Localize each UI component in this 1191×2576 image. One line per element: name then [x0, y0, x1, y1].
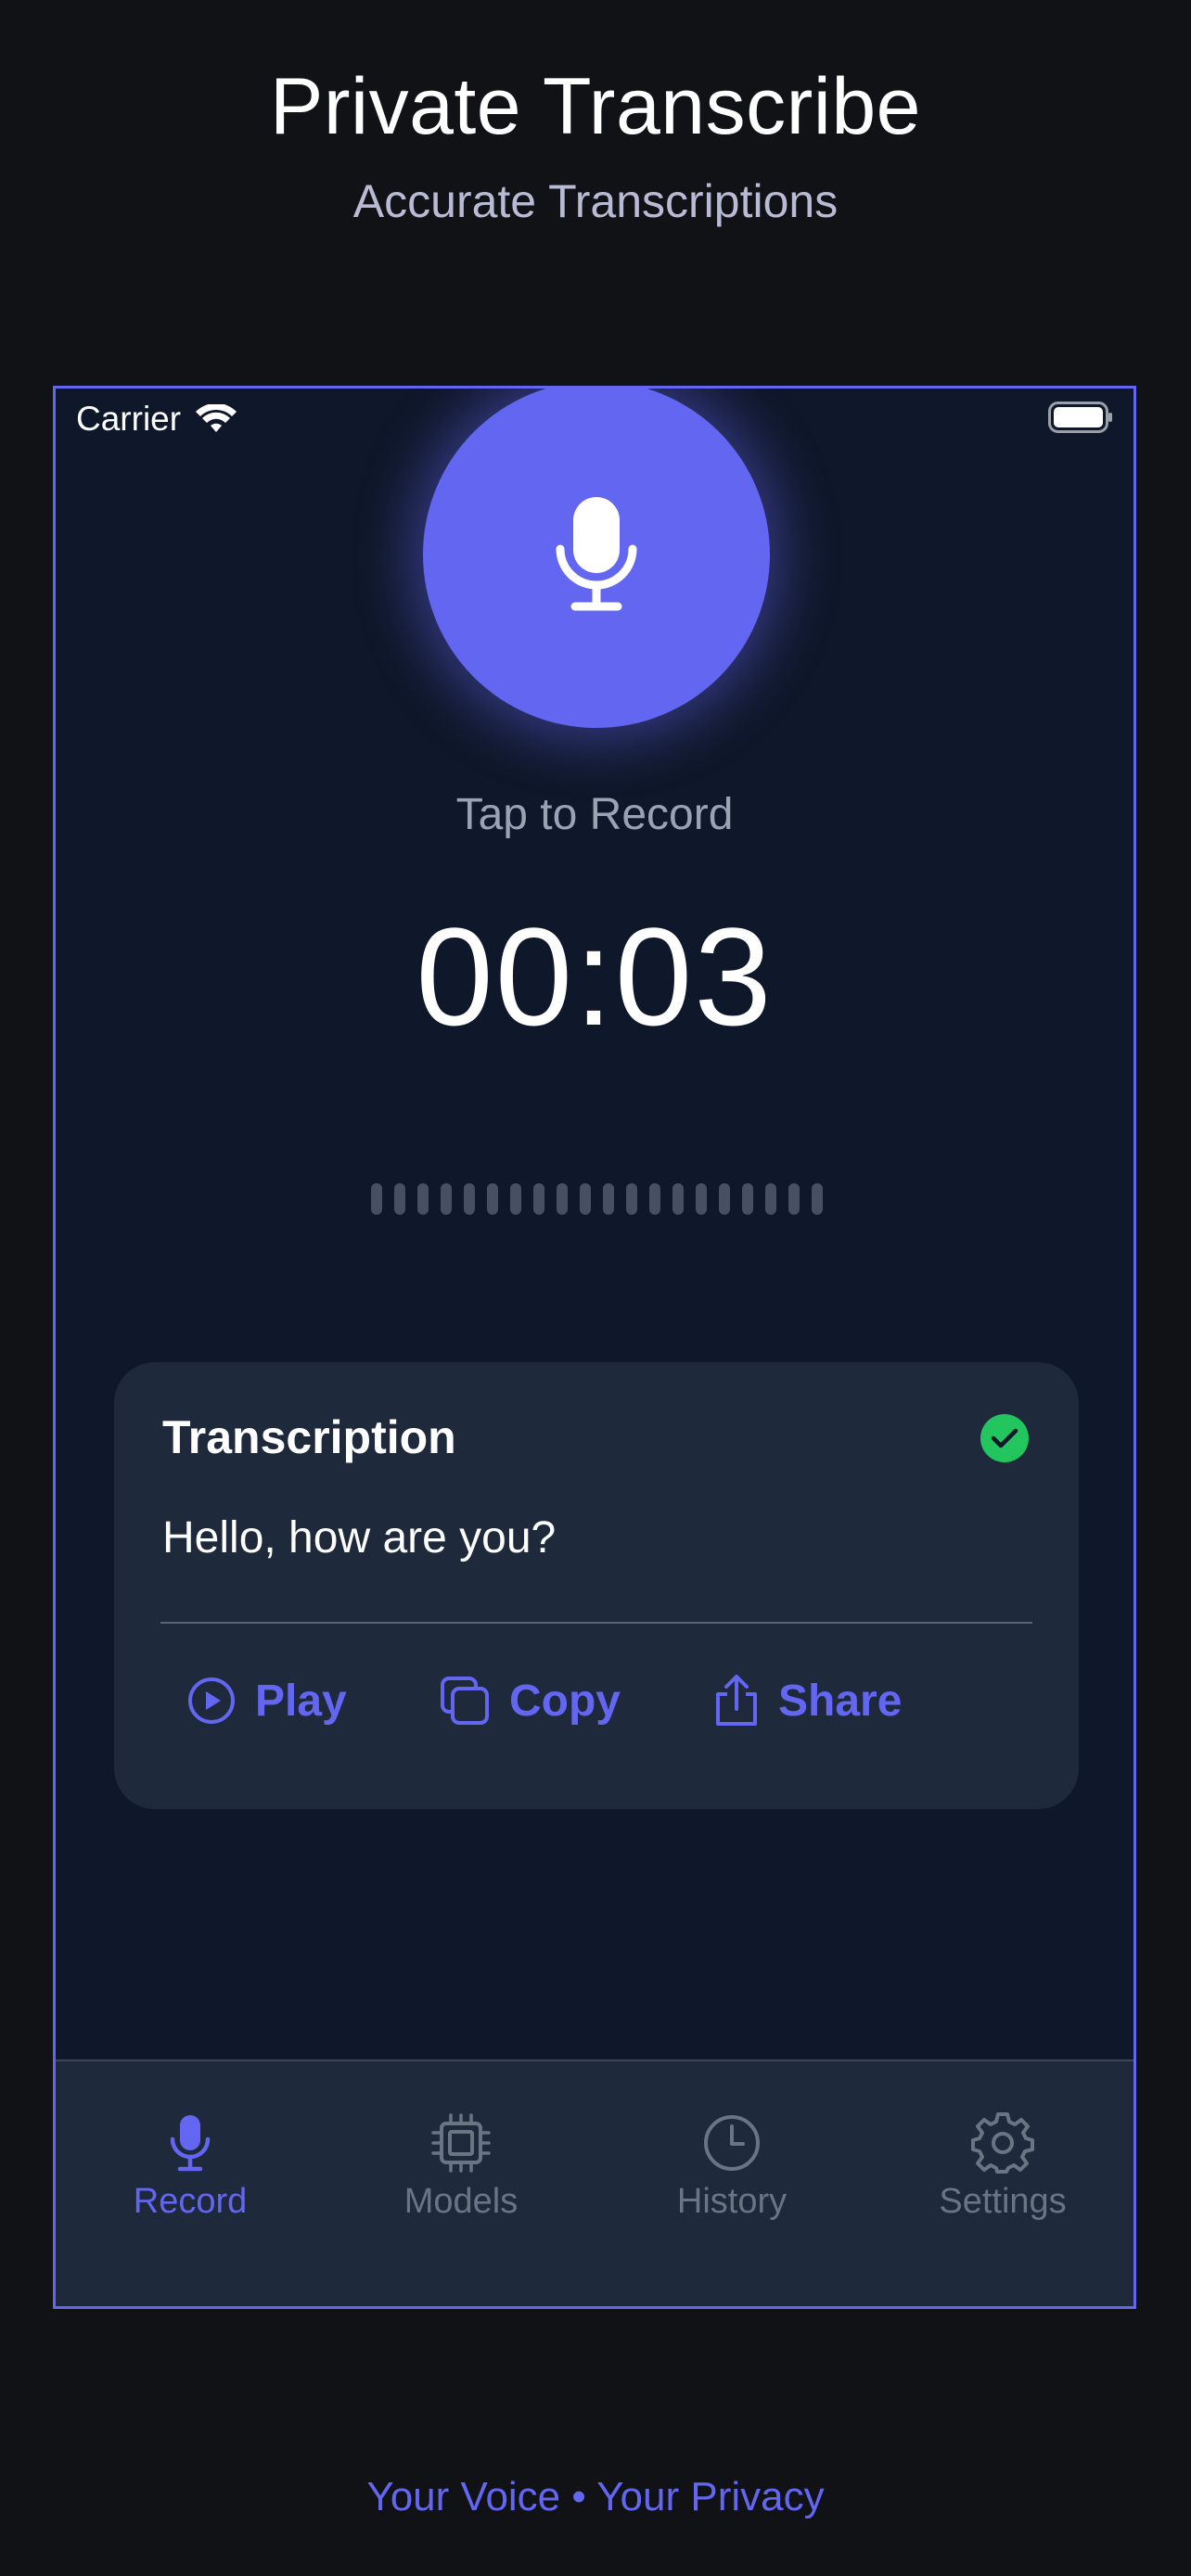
tab-record[interactable]: Record [56, 2110, 325, 2222]
waveform-bar [557, 1183, 568, 1215]
tab-bar: Record Models History Settings [56, 2060, 1133, 2306]
microphone-icon [556, 497, 637, 611]
share-icon [716, 1675, 757, 1726]
waveform-bar [417, 1183, 429, 1215]
waveform-bar [371, 1183, 382, 1215]
tab-models-label: Models [403, 2182, 519, 2221]
record-button[interactable] [423, 389, 770, 728]
share-button[interactable]: Share [713, 1650, 902, 1752]
waveform-bar [765, 1183, 776, 1215]
waveform-bar [788, 1183, 800, 1215]
tab-record-label: Record [133, 2182, 248, 2221]
waveform-bar [487, 1183, 498, 1215]
waveform-bar [603, 1183, 614, 1215]
recording-timer: 00:03 [416, 899, 774, 1054]
waveform-bar [441, 1183, 452, 1215]
battery-icon [1048, 402, 1113, 441]
waveform-bar [533, 1183, 544, 1215]
microphone-icon [170, 2115, 211, 2172]
card-divider [160, 1622, 1032, 1624]
clock-icon [704, 2115, 760, 2171]
copy-icon [441, 1677, 489, 1725]
record-prompt: Tap to Record [455, 790, 734, 839]
waveform-bar [394, 1183, 405, 1215]
tab-history[interactable]: History [597, 2110, 866, 2222]
waveform-bar [742, 1183, 753, 1215]
copy-button[interactable]: Copy [439, 1650, 621, 1752]
tab-history-label: History [676, 2182, 788, 2221]
waveform-bar [672, 1183, 684, 1215]
waveform-bar [510, 1183, 521, 1215]
tab-models[interactable]: Models [327, 2110, 596, 2222]
transcription-card: Transcription Hello, how are you? Play C… [114, 1362, 1079, 1809]
gear-icon [971, 2112, 1034, 2174]
waveform-bar [580, 1183, 591, 1215]
tab-settings[interactable]: Settings [868, 2110, 1133, 2222]
transcription-text: Hello, how are you? [162, 1513, 557, 1562]
copy-label: Copy [509, 1676, 621, 1726]
waveform-bar [812, 1183, 823, 1215]
waveform-bar [464, 1183, 475, 1215]
footer-tagline: Your Voice • Your Privacy [366, 2474, 825, 2519]
waveform-bar [696, 1183, 707, 1215]
tab-settings-label: Settings [939, 2182, 1067, 2221]
transcription-actions: Play Copy Share [114, 1650, 1079, 1752]
play-circle-icon [188, 1677, 235, 1724]
waveform-bar [649, 1183, 660, 1215]
play-label: Play [255, 1676, 347, 1726]
waveform-bar [626, 1183, 637, 1215]
transcription-title: Transcription [162, 1411, 456, 1463]
marketing-subtitle: Accurate Transcriptions [352, 175, 839, 227]
share-label: Share [778, 1676, 903, 1726]
play-button[interactable]: Play [186, 1650, 347, 1752]
phone-screen: Carrier 3:46 AM Tap to Record 00:03 [53, 386, 1136, 2309]
waveform-bar [719, 1183, 730, 1215]
chip-icon [431, 2113, 491, 2173]
marketing-title: Private Transcribe [269, 62, 922, 151]
checkmark-circle-icon [980, 1414, 1029, 1462]
waveform [371, 1183, 823, 1215]
